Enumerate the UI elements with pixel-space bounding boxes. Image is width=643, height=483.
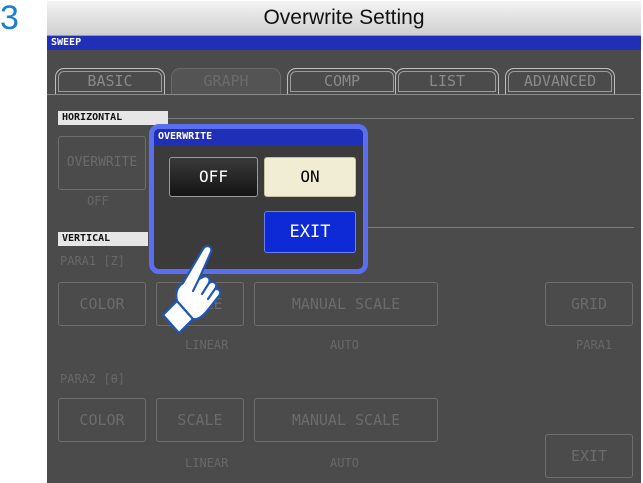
tab-advanced[interactable]: ADVANCED [505, 68, 615, 94]
mode-bar: SWEEP [47, 36, 641, 50]
horizontal-section-label: HORIZONTAL [58, 111, 168, 125]
horizontal-divider [168, 118, 634, 119]
para2-scale-button[interactable]: SCALE [156, 398, 244, 442]
off-button[interactable]: OFF [169, 157, 258, 197]
hand-pointer-icon [161, 245, 222, 335]
page-title: Overwrite Setting [47, 1, 641, 36]
para1-manual-scale-button[interactable]: MANUAL SCALE [254, 282, 438, 326]
exit-button[interactable]: EXIT [545, 434, 633, 478]
popup-exit-button[interactable]: EXIT [264, 211, 356, 253]
para1-manual-scale-value: AUTO [330, 338, 359, 352]
on-button[interactable]: ON [264, 157, 356, 197]
vertical-divider [347, 227, 634, 228]
step-number: 3 [0, 0, 19, 37]
para1-label: PARA1 [Z] [60, 254, 126, 268]
grid-button[interactable]: GRID [545, 282, 633, 326]
overwrite-value: OFF [87, 194, 109, 208]
overwrite-button[interactable]: OVERWRITE [58, 136, 146, 190]
mode-label: SWEEP [51, 37, 82, 48]
popup-title: OVERWRITE [154, 129, 363, 145]
para2-manual-scale-button[interactable]: MANUAL SCALE [254, 398, 438, 442]
tab-comp[interactable]: COMP [287, 68, 397, 94]
para2-scale-value: LINEAR [185, 456, 229, 470]
para2-manual-scale-value: AUTO [330, 456, 359, 470]
tab-basic[interactable]: BASIC [55, 68, 165, 94]
vertical-section-label: VERTICAL [58, 232, 148, 246]
para2-label: PARA2 [θ] [60, 372, 126, 386]
tab-graph[interactable]: GRAPH [171, 68, 281, 94]
instrument-screen: SWEEP BASIC GRAPH COMP LIST ADVANCED HOR… [47, 36, 641, 483]
tab-list[interactable]: LIST [395, 68, 499, 94]
para2-color-button[interactable]: COLOR [58, 398, 146, 442]
para1-scale-value: LINEAR [185, 338, 229, 352]
grid-value: PARA1 [576, 338, 613, 352]
para1-color-button[interactable]: COLOR [58, 282, 146, 326]
tab-divider [47, 94, 641, 95]
